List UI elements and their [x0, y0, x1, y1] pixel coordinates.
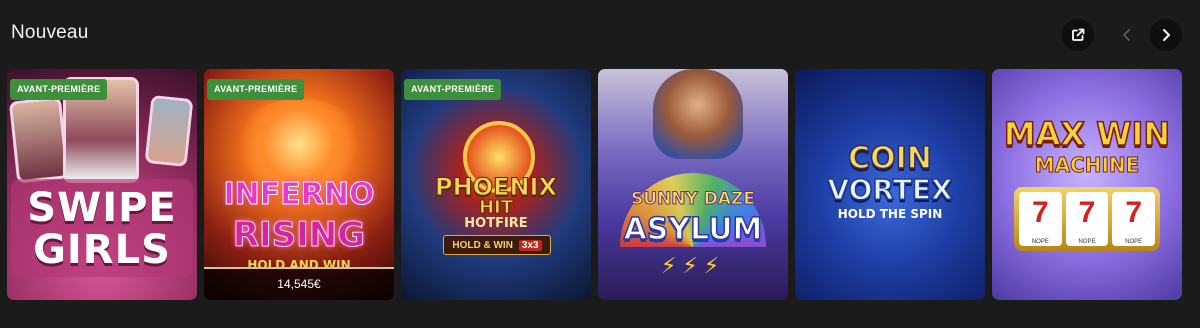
chevron-left-icon: [1123, 29, 1130, 41]
game-card-max-win-machine[interactable]: MAX WIN MACHINE 7 NOPE 7 NOPE 7 NOPE: [992, 69, 1182, 300]
chevron-right-icon: [1163, 29, 1170, 41]
preview-badge: AVANT-PREMIÈRE: [10, 79, 108, 100]
lightning-icon: ⚡⚡⚡: [660, 253, 726, 278]
game-carousel: SWIPE GIRLS AVANT-PREMIÈRE INFERNO RISIN…: [7, 69, 1193, 301]
open-all-button[interactable]: [1062, 19, 1094, 51]
game-logo-line3: HOLD THE SPIN: [837, 207, 943, 221]
jackpot-amount: 14,545€: [204, 267, 394, 300]
game-card-inferno-rising[interactable]: INFERNO RISING HOLD AND WIN AVANT-PREMIÈ…: [204, 69, 394, 300]
preview-badge: AVANT-PREMIÈRE: [207, 79, 305, 100]
game-card-sunny-daze-asylum[interactable]: SUNNY DAZE ASYLUM ⚡⚡⚡: [598, 69, 788, 300]
game-logo-line2: GIRLS: [33, 227, 171, 273]
game-logo-line2: ASYLUM: [623, 211, 763, 248]
next-button[interactable]: [1150, 19, 1182, 51]
game-card-swipe-girls[interactable]: SWIPE GIRLS AVANT-PREMIÈRE: [7, 69, 197, 300]
section-title: Nouveau: [11, 22, 89, 43]
game-logo-line2: HIT: [478, 197, 514, 219]
game-logo-line1: INFERNO: [223, 177, 375, 213]
reel: 7 NOPE: [1065, 192, 1109, 246]
game-logo-line5: 3x3: [518, 239, 542, 251]
hold-and-win-banner: HOLD & WIN 3x3: [443, 235, 551, 255]
game-logo-line4: HOLD & WIN: [452, 239, 513, 251]
character-artwork: [653, 69, 743, 159]
game-logo-line2: RISING: [232, 215, 366, 256]
game-card-coin-vortex[interactable]: COIN VORTEX HOLD THE SPIN: [795, 69, 985, 300]
reel: 7 NOPE: [1112, 192, 1156, 246]
game-logo-line1: MAX WIN: [1003, 114, 1171, 154]
previous-button[interactable]: [1111, 19, 1143, 51]
game-logo-line1: SWIPE: [27, 185, 177, 231]
section-header: Nouveau: [0, 0, 1200, 68]
external-link-icon: [1072, 28, 1085, 41]
phoenix-artwork: [234, 99, 364, 189]
game-card-phoenix-hit[interactable]: PHOENIX HIT HOTFIRE HOLD & WIN 3x3 AVANT…: [401, 69, 591, 300]
game-logo-line2: MACHINE: [1034, 153, 1140, 178]
game-logo-line2: VORTEX: [827, 172, 954, 207]
reel: 7 NOPE: [1019, 192, 1062, 246]
game-logo-line3: HOTFIRE: [464, 216, 528, 231]
slot-reels: 7 NOPE 7 NOPE 7 NOPE: [1014, 187, 1160, 251]
preview-badge: AVANT-PREMIÈRE: [404, 79, 502, 100]
game-logo-line1: SUNNY DAZE: [631, 189, 756, 210]
game-logo-line1: COIN: [847, 140, 932, 177]
